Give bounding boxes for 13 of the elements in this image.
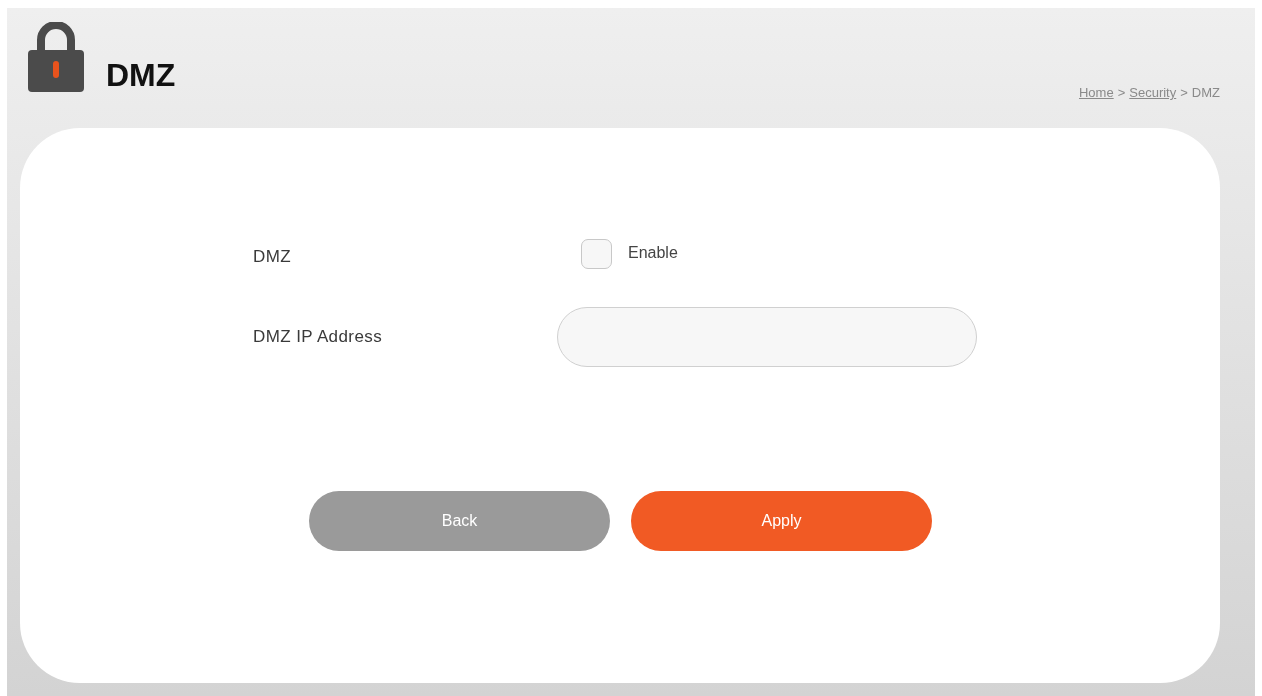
- page-title: DMZ: [106, 59, 176, 91]
- padlock-icon: [28, 22, 84, 92]
- breadcrumb-separator: >: [1117, 85, 1126, 100]
- apply-button[interactable]: Apply: [631, 491, 932, 551]
- breadcrumb-link[interactable]: Home: [1079, 85, 1114, 100]
- back-button[interactable]: Back: [309, 491, 610, 551]
- checkbox-label: Enable: [628, 244, 678, 262]
- breadcrumb-link[interactable]: Security: [1129, 85, 1177, 100]
- field-label: DMZ: [253, 247, 293, 267]
- enable-checkbox[interactable]: [581, 239, 612, 269]
- field-label: DMZ IP Address: [253, 327, 384, 347]
- breadcrumb-separator: >: [1180, 85, 1188, 100]
- breadcrumb-current: DMZ: [1191, 85, 1220, 100]
